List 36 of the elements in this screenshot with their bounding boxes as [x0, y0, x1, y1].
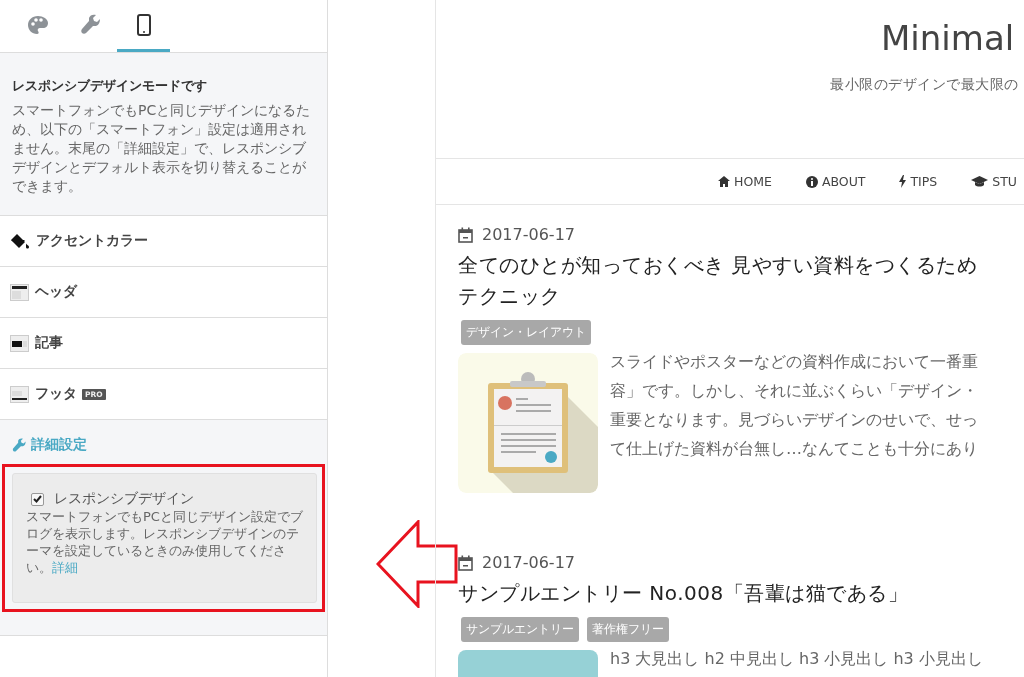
site-tagline: 最小限のデザインで最大限の: [830, 76, 1020, 94]
calendar-icon: [458, 226, 473, 243]
section-label: アクセントカラー: [36, 232, 148, 250]
header-layout-icon: [10, 283, 29, 301]
nav-link[interactable]: ABOUT: [821, 174, 866, 189]
wrench-icon: [79, 13, 102, 36]
smartphone-icon: [136, 13, 151, 36]
footer-layout-icon: [10, 385, 29, 403]
palette-icon: [26, 14, 49, 35]
paint-bucket-icon: [10, 233, 30, 249]
wrench-icon: [12, 437, 27, 453]
section-label: 記事: [35, 334, 63, 352]
post-date: 2017-06-17: [482, 225, 575, 244]
article-layout-icon: [10, 334, 29, 352]
checkbox-label: レスポンシブデザイン: [54, 490, 194, 508]
post-excerpt: スライドやポスターなどの資料作成において一番重 容」です。しかし、それに並ぶくらい「デザイン・ 重要となります。見づらいデザインのせいで、せっ て仕上げた資料が台無し…なんてことも十分にあり: [610, 351, 978, 460]
checkbox[interactable]: [31, 492, 44, 506]
graduation-cap-icon: [971, 175, 989, 188]
notice-title: レスポンシブデザインモードです: [12, 77, 208, 95]
option-description: スマートフォンでもPCと同じデザイン設定でブログを表示します。レスポンシブデザインのテーマを設定しているときのみ使用してください。詳細: [26, 508, 304, 576]
nav-link[interactable]: TIPS: [910, 174, 938, 189]
section-label: ヘッダ: [35, 283, 77, 301]
section-label: フッタ: [35, 385, 77, 403]
site-title[interactable]: Minimal: [881, 0, 1024, 58]
info-icon: [805, 175, 818, 188]
nav-link[interactable]: HOME: [734, 174, 772, 189]
lightning-icon: [899, 175, 907, 188]
left-arrow-icon: [376, 520, 458, 608]
post-title[interactable]: 全てのひとが知っておくべき 見やすい資料をつくるため テクニック: [458, 250, 1024, 312]
nav-link[interactable]: STU: [992, 174, 1017, 189]
calendar-icon: [458, 554, 473, 571]
home-icon: [718, 176, 730, 187]
post-date: 2017-06-17: [482, 553, 575, 572]
post-title[interactable]: サンプルエントリー No.008「吾輩は猫である」: [458, 578, 1024, 609]
notice-text: スマートフォンでもPCと同じデザインになるため、以下の「スマートフォン」設定は適用されません。末尾の「詳細設定」で、レスポンシブデザインとデフォルト表示を切り替えることができます。: [12, 101, 312, 196]
post-excerpt: h3 大見出し h2 中見出し h3 小見出し h3 小見出し: [610, 648, 983, 670]
